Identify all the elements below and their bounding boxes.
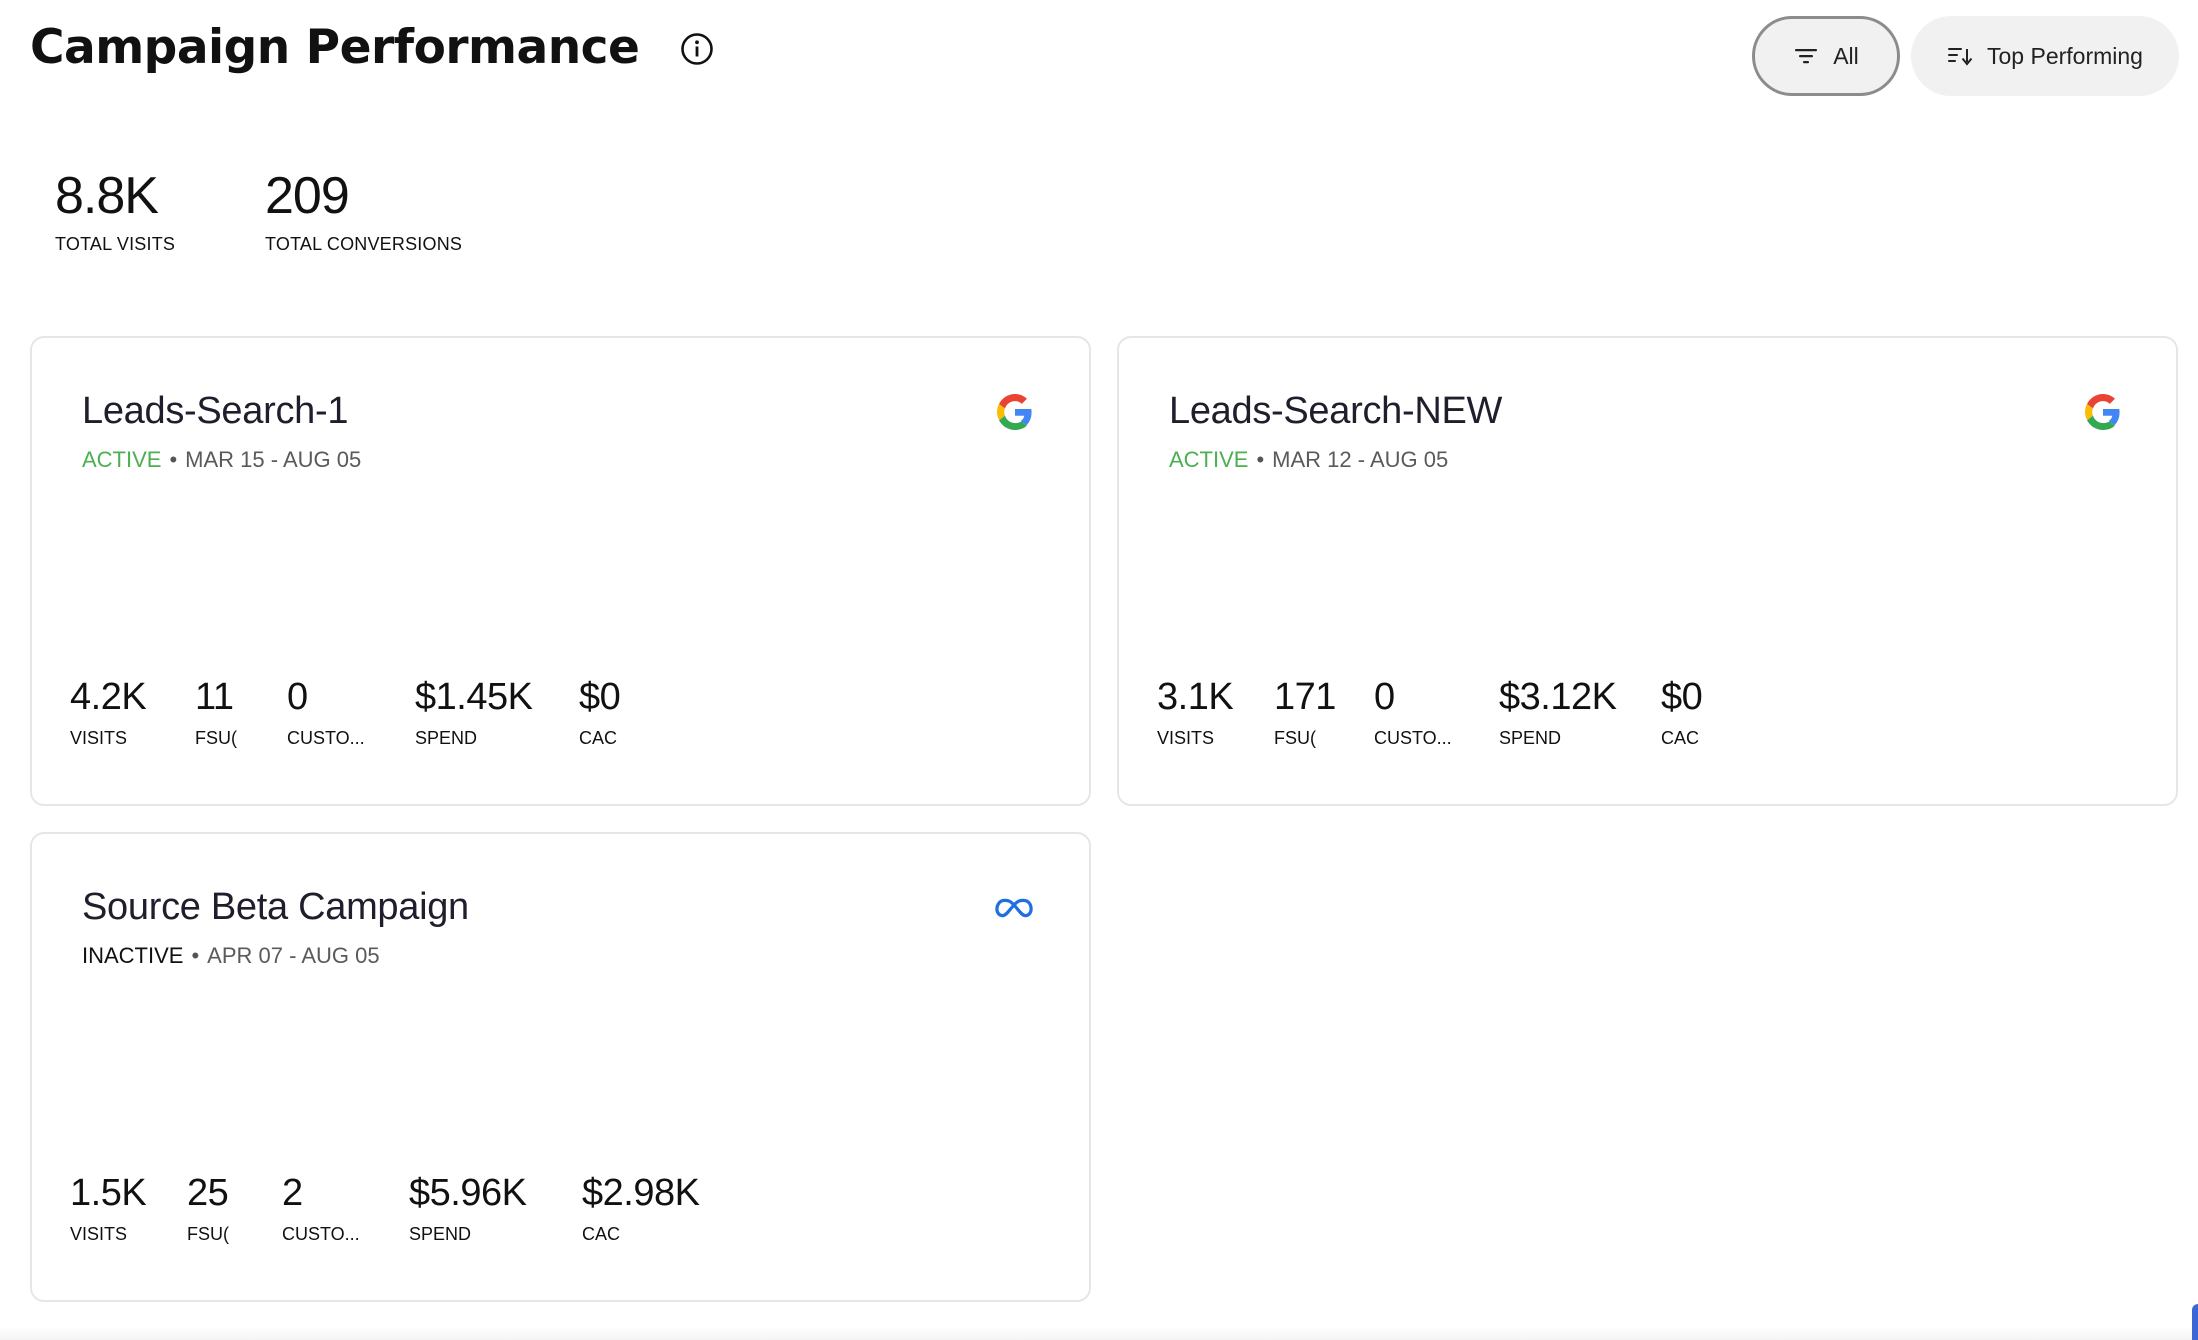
campaign-meta: INACTIVE • APR 07 - AUG 05 (82, 943, 380, 969)
metric-customers: 0 CUSTO... (287, 674, 365, 749)
info-icon[interactable] (680, 32, 714, 66)
metric-value: 0 (287, 676, 308, 718)
filter-all-button[interactable]: All (1752, 16, 1900, 96)
metric-customers: 2 CUSTO... (282, 1170, 360, 1245)
campaign-name: Leads-Search-1 (82, 390, 349, 432)
campaign-date-range: APR 07 - AUG 05 (207, 943, 380, 968)
metric-fsu: 171 FSU( (1274, 674, 1336, 749)
total-conversions-label: TOTAL CONVERSIONS (265, 234, 463, 254)
total-conversions: 209 TOTAL CONVERSIONS (265, 160, 462, 255)
campaign-card[interactable]: Leads-Search-1 ACTIVE • MAR 15 - AUG 05 4.… (30, 336, 1091, 806)
metric-customers: 0 CUSTO... (1374, 674, 1452, 749)
separator-dot: • (191, 943, 200, 968)
metric-spend: $3.12K SPEND (1499, 674, 1617, 749)
campaign-card[interactable]: Source Beta Campaign INACTIVE • APR 07 - A… (30, 832, 1091, 1302)
total-visits: 8.8K TOTAL VISITS (55, 160, 175, 255)
filter-all-label: All (1833, 42, 1859, 69)
sort-top-performing-button[interactable]: Top Performing (1911, 16, 2179, 96)
metric-value: 1.5K (70, 1172, 147, 1214)
metric-visits: 1.5K VISITS (70, 1170, 147, 1245)
metric-value: 4.2K (70, 676, 147, 718)
sort-icon (1948, 48, 1973, 66)
total-conversions-value: 209 (265, 167, 350, 225)
metric-label: FSU( (195, 728, 237, 748)
metric-label: VISITS (1157, 728, 1215, 748)
metric-label: VISITS (70, 1224, 128, 1244)
metric-value: $0 (1661, 676, 1703, 718)
metric-visits: 4.2K VISITS (70, 674, 147, 749)
metric-fsu: 11 FSU( (195, 674, 237, 749)
metric-label: CUSTO... (287, 728, 365, 748)
metric-label: CUSTO... (282, 1224, 360, 1244)
metric-label: SPEND (1499, 728, 1562, 748)
campaign-date-range: MAR 15 - AUG 05 (185, 447, 362, 472)
metric-value: 0 (1374, 676, 1395, 718)
google-icon (997, 394, 1032, 430)
campaign-date-range: MAR 12 - AUG 05 (1272, 447, 1449, 472)
metric-label: FSU( (187, 1224, 229, 1244)
scroll-indicator (2192, 1304, 2198, 1340)
separator-dot: • (169, 447, 178, 472)
page-header: Campaign Performance All Top Performing (30, 16, 2179, 116)
metric-value: $0 (579, 676, 621, 718)
metric-label: VISITS (70, 728, 128, 748)
metric-label: CAC (579, 728, 618, 748)
metric-value: $2.98K (582, 1172, 700, 1214)
metric-label: FSU( (1274, 728, 1316, 748)
metric-label: CAC (1661, 728, 1700, 748)
meta-icon (995, 898, 1033, 918)
metric-fsu: 25 FSU( (187, 1170, 229, 1245)
bottom-edge-shadow (0, 1326, 2198, 1340)
metric-cac: $2.98K CAC (582, 1170, 700, 1245)
campaign-name: Source Beta Campaign (82, 886, 469, 928)
google-icon (2085, 394, 2120, 430)
campaign-status: ACTIVE (1169, 447, 1249, 472)
total-visits-value: 8.8K (55, 167, 159, 225)
metric-value: 171 (1274, 676, 1336, 718)
metric-label: CAC (582, 1224, 621, 1244)
metric-value: 3.1K (1157, 676, 1234, 718)
campaign-name: Leads-Search-NEW (1169, 390, 1503, 432)
total-visits-label: TOTAL VISITS (55, 234, 176, 254)
metric-cac: $0 CAC (579, 674, 621, 749)
sort-label: Top Performing (1987, 42, 2143, 69)
metric-label: SPEND (415, 728, 478, 748)
metric-label: SPEND (409, 1224, 472, 1244)
metric-value: 2 (282, 1172, 303, 1214)
campaign-status: ACTIVE (82, 447, 162, 472)
metric-label: CUSTO... (1374, 728, 1452, 748)
page-title: Campaign Performance (30, 20, 640, 75)
metric-cac: $0 CAC (1661, 674, 1703, 749)
filter-icon (1795, 49, 1818, 64)
metric-value: $5.96K (409, 1172, 527, 1214)
metric-visits: 3.1K VISITS (1157, 674, 1234, 749)
metric-value: 25 (187, 1172, 229, 1214)
metric-spend: $5.96K SPEND (409, 1170, 527, 1245)
metric-value: 11 (195, 676, 234, 718)
metric-value: $3.12K (1499, 676, 1617, 718)
campaign-card[interactable]: Leads-Search-NEW ACTIVE • MAR 12 - AUG 05 … (1117, 336, 2178, 806)
metric-value: $1.45K (415, 676, 533, 718)
campaign-status: INACTIVE (82, 943, 184, 968)
separator-dot: • (1256, 447, 1265, 472)
campaign-meta: ACTIVE • MAR 12 - AUG 05 (1169, 447, 1448, 473)
metric-spend: $1.45K SPEND (415, 674, 533, 749)
campaign-meta: ACTIVE • MAR 15 - AUG 05 (82, 447, 361, 473)
